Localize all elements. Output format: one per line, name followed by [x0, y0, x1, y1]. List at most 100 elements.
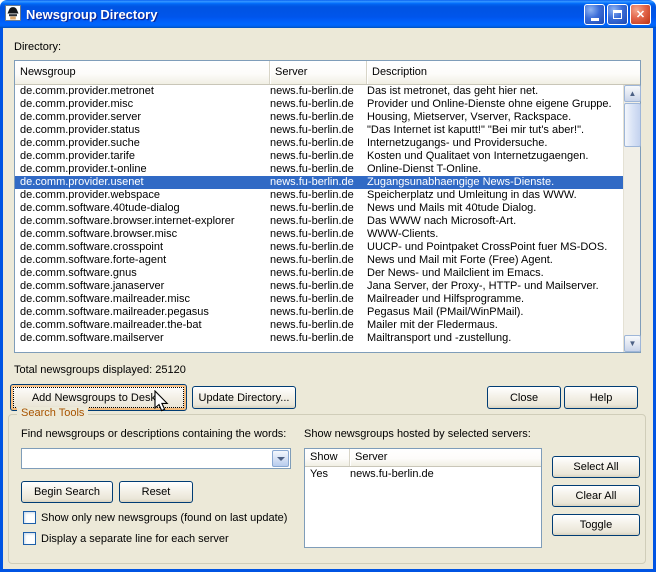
cell-server: news.fu-berlin.de — [270, 267, 367, 280]
newsgroup-row[interactable]: de.comm.software.gnusnews.fu-berlin.deDe… — [15, 267, 623, 280]
begin-search-button[interactable]: Begin Search — [21, 481, 113, 503]
checkbox-label-show-only-new: Show only new newsgroups (found on last … — [41, 512, 287, 524]
newsgroup-row[interactable]: de.comm.software.mailreader.miscnews.fu-… — [15, 293, 623, 306]
cell-server: news.fu-berlin.de — [270, 176, 367, 189]
newsgroup-row[interactable]: de.comm.provider.statusnews.fu-berlin.de… — [15, 124, 623, 137]
newsgroup-row[interactable]: de.comm.provider.servernews.fu-berlin.de… — [15, 111, 623, 124]
checkbox-box-separate-line[interactable] — [23, 532, 36, 545]
newsgroup-row[interactable]: de.comm.provider.suchenews.fu-berlin.deI… — [15, 137, 623, 150]
scrollbar-thumb[interactable] — [624, 103, 641, 147]
cell-newsgroup: de.comm.provider.t-online — [15, 163, 270, 176]
newsgroup-row[interactable]: de.comm.provider.miscnews.fu-berlin.dePr… — [15, 98, 623, 111]
newsgroup-row[interactable]: de.comm.provider.metronetnews.fu-berlin.… — [15, 85, 623, 98]
search-words-input[interactable] — [22, 449, 271, 468]
cell-description: Das ist metronet, das geht hier net. — [367, 85, 623, 98]
close-window-button[interactable]: ✕ — [630, 4, 651, 25]
newsgroup-row[interactable]: de.comm.software.40tude-dialognews.fu-be… — [15, 202, 623, 215]
server-list: Show Server Yesnews.fu-berlin.de — [304, 448, 542, 548]
column-header-show[interactable]: Show — [305, 449, 350, 466]
checkbox-separate-line[interactable]: Display a separate line for each server — [23, 532, 229, 545]
newsgroup-row[interactable]: de.comm.software.browser.miscnews.fu-ber… — [15, 228, 623, 241]
cell-description: WWW-Clients. — [367, 228, 623, 241]
newsgroup-row[interactable]: de.comm.provider.webspacenews.fu-berlin.… — [15, 189, 623, 202]
cell-server: news.fu-berlin.de — [270, 241, 367, 254]
help-button[interactable]: Help — [564, 386, 638, 409]
chevron-down-icon — [277, 457, 285, 461]
select-all-button[interactable]: Select All — [552, 456, 640, 478]
cell-newsgroup: de.comm.software.mailreader.pegasus — [15, 306, 270, 319]
cell-description: Mailtransport und -zustellung. — [367, 332, 623, 345]
newsgroup-row[interactable]: de.comm.software.browser.internet-explor… — [15, 215, 623, 228]
cell-newsgroup: de.comm.provider.usenet — [15, 176, 270, 189]
newsgroup-row[interactable]: de.comm.software.mailreader.the-batnews.… — [15, 319, 623, 332]
cell-description: Zugangsunabhaengige News-Dienste. — [367, 176, 623, 189]
column-header-server[interactable]: Server — [270, 61, 367, 84]
cell-newsgroup: de.comm.software.forte-agent — [15, 254, 270, 267]
find-words-label: Find newsgroups or descriptions containi… — [21, 428, 286, 440]
total-newsgroups-label: Total newsgroups displayed: 25120 — [14, 364, 186, 376]
newsgroup-row[interactable]: de.comm.software.janaservernews.fu-berli… — [15, 280, 623, 293]
cell-description: News und Mail mit Forte (Free) Agent. — [367, 254, 623, 267]
newsgroup-list-header: Newsgroup Server Description — [15, 61, 640, 85]
newsgroup-row[interactable]: de.comm.software.mailreader.pegasusnews.… — [15, 306, 623, 319]
newsgroup-list: Newsgroup Server Description de.comm.pro… — [14, 60, 641, 353]
newsgroup-list-body: de.comm.provider.metronetnews.fu-berlin.… — [15, 85, 640, 352]
cell-server: news.fu-berlin.de — [270, 228, 367, 241]
titlebar[interactable]: Newsgroup Directory ✕ — [0, 0, 656, 28]
clear-all-button[interactable]: Clear All — [552, 485, 640, 507]
cell-newsgroup: de.comm.software.browser.misc — [15, 228, 270, 241]
toggle-button[interactable]: Toggle — [552, 514, 640, 536]
reset-button[interactable]: Reset — [119, 481, 193, 503]
combo-dropdown-button[interactable] — [272, 450, 289, 467]
newsgroup-row[interactable]: de.comm.software.mailservernews.fu-berli… — [15, 332, 623, 345]
cell-description: Der News- und Mailclient im Emacs. — [367, 267, 623, 280]
minimize-button[interactable] — [584, 4, 605, 25]
cell-description: Mailreader und Hilfsprogramme. — [367, 293, 623, 306]
cell-description: News und Mails mit 40tude Dialog. — [367, 202, 623, 215]
newsgroup-row[interactable]: de.comm.provider.usenetnews.fu-berlin.de… — [15, 176, 623, 189]
hosted-servers-label: Show newsgroups hosted by selected serve… — [304, 428, 531, 440]
cell-newsgroup: de.comm.software.browser.internet-explor… — [15, 215, 270, 228]
cell-newsgroup: de.comm.provider.tarife — [15, 150, 270, 163]
cell-description: "Das Internet ist kaputt!" "Bei mir tut'… — [367, 124, 623, 137]
cell-server: news.fu-berlin.de — [270, 319, 367, 332]
cell-server: news.fu-berlin.de — [270, 293, 367, 306]
maximize-button[interactable] — [607, 4, 628, 25]
checkbox-box-show-only-new[interactable] — [23, 511, 36, 524]
newsgroup-row[interactable]: de.comm.provider.t-onlinenews.fu-berlin.… — [15, 163, 623, 176]
cell-newsgroup: de.comm.software.40tude-dialog — [15, 202, 270, 215]
vertical-scrollbar[interactable]: ▲ ▼ — [623, 85, 640, 352]
update-directory-button[interactable]: Update Directory... — [192, 386, 296, 409]
newsgroup-directory-window: Newsgroup Directory ✕ Directory: Newsgro… — [0, 0, 656, 572]
cell-newsgroup: de.comm.provider.server — [15, 111, 270, 124]
cell-server: news.fu-berlin.de — [270, 150, 367, 163]
server-row[interactable]: Yesnews.fu-berlin.de — [305, 467, 541, 481]
window-title: Newsgroup Directory — [26, 7, 579, 22]
close-button[interactable]: Close — [487, 386, 561, 409]
search-tools-groupbox: Search Tools Find newsgroups or descript… — [8, 414, 646, 564]
scroll-up-button[interactable]: ▲ — [624, 85, 641, 102]
search-words-combobox[interactable] — [21, 448, 291, 469]
cell-server: news.fu-berlin.de — [270, 111, 367, 124]
scroll-down-button[interactable]: ▼ — [624, 335, 641, 352]
newsgroup-row[interactable]: de.comm.software.crosspointnews.fu-berli… — [15, 241, 623, 254]
total-label-text: Total newsgroups displayed: — [14, 364, 152, 376]
cell-newsgroup: de.comm.provider.suche — [15, 137, 270, 150]
column-header-description[interactable]: Description — [367, 61, 640, 84]
cell-server: news.fu-berlin.de — [270, 124, 367, 137]
cell-newsgroup: de.comm.software.mailserver — [15, 332, 270, 345]
cell-newsgroup: de.comm.software.mailreader.misc — [15, 293, 270, 306]
newsgroup-row[interactable]: de.comm.software.forte-agentnews.fu-berl… — [15, 254, 623, 267]
cell-newsgroup: de.comm.software.crosspoint — [15, 241, 270, 254]
dialog-client-area: Directory: Newsgroup Server Description … — [0, 28, 656, 572]
cell-description: Internetzugangs- und Providersuche. — [367, 137, 623, 150]
cell-newsgroup: de.comm.software.gnus — [15, 267, 270, 280]
column-header-server-name[interactable]: Server — [350, 449, 541, 466]
cell-description: Mailer mit der Fledermaus. — [367, 319, 623, 332]
column-header-newsgroup[interactable]: Newsgroup — [15, 61, 270, 84]
checkbox-show-only-new[interactable]: Show only new newsgroups (found on last … — [23, 511, 287, 524]
cell-server: news.fu-berlin.de — [270, 254, 367, 267]
cell-server: news.fu-berlin.de — [270, 85, 367, 98]
newsgroup-row[interactable]: de.comm.provider.tarifenews.fu-berlin.de… — [15, 150, 623, 163]
cell-description: Das WWW nach Microsoft-Art. — [367, 215, 623, 228]
